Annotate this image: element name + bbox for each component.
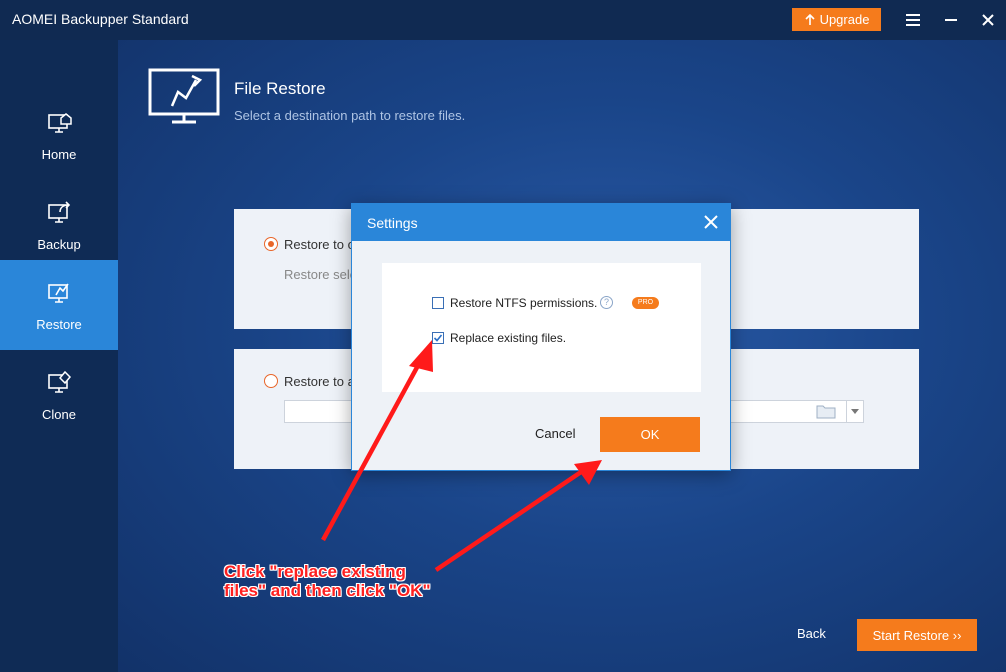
sidebar-item-label: Restore (36, 317, 82, 332)
replace-existing-label: Replace existing files. (450, 331, 567, 345)
upgrade-button[interactable]: Upgrade (792, 8, 881, 31)
restore-original-radio[interactable] (264, 237, 278, 251)
chevron-down-icon[interactable] (846, 401, 863, 422)
sidebar-item-backup[interactable]: Backup (0, 180, 118, 270)
restore-new-location-radio[interactable] (264, 374, 278, 388)
page-subtitle: Select a destination path to restore fil… (234, 108, 466, 123)
sidebar-item-label: Home (41, 147, 77, 162)
upgrade-arrow-icon (804, 13, 815, 25)
ok-button[interactable]: OK (600, 417, 700, 452)
page-title: File Restore (234, 79, 326, 98)
dialog-body: Restore NTFS permissions. ? PRO Replace … (382, 263, 701, 392)
ntfs-permissions-label: Restore NTFS permissions. (450, 296, 598, 310)
upgrade-label: Upgrade (819, 12, 870, 27)
replace-existing-checkbox[interactable] (432, 332, 444, 344)
sidebar-item-label: Backup (37, 237, 81, 252)
cancel-button[interactable]: Cancel (535, 426, 575, 441)
settings-dialog: Settings Restore NTFS permissions. ? PRO… (351, 203, 731, 471)
annotation-line-1: Click "replace existing (224, 562, 406, 581)
close-window-icon[interactable] (978, 10, 998, 30)
help-icon[interactable]: ? (600, 296, 613, 309)
restore-new-location-label: Restore to a (284, 374, 355, 389)
home-icon (48, 113, 72, 133)
restore-icon (48, 283, 69, 303)
annotation-text: Click "replace existing files" and then … (224, 562, 464, 600)
checkmark-icon (433, 334, 443, 342)
sidebar-item-home[interactable]: Home (0, 90, 118, 180)
annotation-line-2: files" and then click "OK" (224, 581, 431, 600)
ntfs-permissions-checkbox[interactable] (432, 297, 444, 309)
folder-icon[interactable] (816, 404, 836, 419)
dialog-header: Settings (352, 204, 730, 241)
close-icon[interactable] (704, 215, 718, 229)
app-title: AOMEI Backupper Standard (12, 11, 189, 27)
file-restore-icon (148, 68, 220, 124)
sidebar-item-clone[interactable]: Clone (0, 350, 118, 440)
pro-badge: PRO (632, 297, 659, 309)
clone-icon (48, 370, 72, 393)
minimize-icon[interactable] (941, 10, 961, 30)
start-restore-button[interactable]: Start Restore ›› (857, 619, 977, 651)
sidebar-item-restore[interactable]: Restore (0, 260, 118, 350)
backup-icon (48, 201, 71, 223)
dialog-title: Settings (367, 215, 418, 231)
restore-original-sub: Restore sele (284, 267, 357, 282)
menu-icon[interactable] (903, 10, 923, 30)
back-button[interactable]: Back (797, 626, 826, 641)
restore-original-label: Restore to o (284, 237, 355, 252)
sidebar: Home Backup Restore Clone (0, 40, 118, 672)
title-bar: AOMEI Backupper Standard Upgrade (0, 0, 1006, 40)
sidebar-item-label: Clone (42, 407, 76, 422)
